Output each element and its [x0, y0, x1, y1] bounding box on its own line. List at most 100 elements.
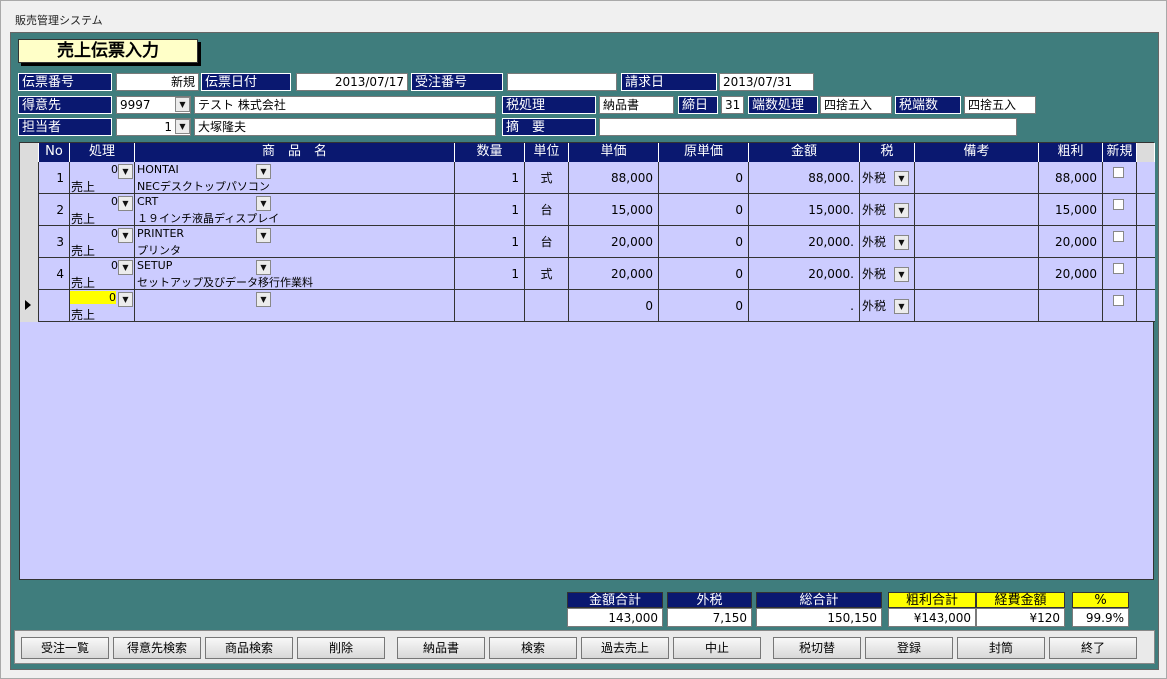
- closing-field[interactable]: 31: [721, 96, 744, 114]
- exit-button[interactable]: 終了: [1049, 637, 1137, 659]
- customer-search-button[interactable]: 得意先検索: [113, 637, 201, 659]
- rounding-field[interactable]: 四捨五入: [820, 96, 892, 114]
- order-list-button[interactable]: 受注一覧: [21, 637, 109, 659]
- chevron-down-icon[interactable]: ▼: [256, 196, 271, 211]
- tax-toggle-button[interactable]: 税切替: [773, 637, 861, 659]
- chevron-down-icon[interactable]: ▼: [118, 196, 133, 211]
- note-cell[interactable]: [915, 258, 1039, 290]
- cost-cell[interactable]: 0: [659, 194, 749, 226]
- new-cell[interactable]: [1103, 290, 1137, 322]
- proc-cell[interactable]: 0 ▼ 売上: [70, 258, 135, 290]
- tax-cell[interactable]: 外税 ▼: [860, 226, 915, 258]
- proc-code-field[interactable]: 0: [72, 259, 118, 272]
- row-selector[interactable]: [20, 194, 39, 226]
- new-checkbox[interactable]: [1113, 167, 1124, 178]
- slip-date-field[interactable]: 2013/07/17: [296, 73, 408, 91]
- staff-name-field[interactable]: 大塚隆夫: [194, 118, 496, 136]
- table-row[interactable]: 2 0 ▼ 売上 CRT ▼ １９インチ液晶ディスプレイ 1 台 15,000 0 15,000. 外税…: [20, 194, 1155, 226]
- slip-no-field[interactable]: 新規: [116, 73, 199, 91]
- price-cell[interactable]: 15,000: [569, 194, 659, 226]
- new-checkbox[interactable]: [1113, 199, 1124, 210]
- chevron-down-icon[interactable]: ▼: [118, 292, 133, 307]
- proc-code-field[interactable]: 0: [72, 163, 118, 176]
- product-cell[interactable]: SETUP ▼ セットアップ及びデータ移行作業料: [135, 258, 455, 290]
- qty-cell[interactable]: 1: [455, 194, 525, 226]
- delivery-note-button[interactable]: 納品書: [397, 637, 485, 659]
- chevron-down-icon[interactable]: ▼: [894, 171, 909, 186]
- bill-date-field[interactable]: 2013/07/31: [719, 73, 814, 91]
- product-code-field[interactable]: CRT: [137, 195, 158, 208]
- register-button[interactable]: 登録: [865, 637, 953, 659]
- table-row[interactable]: 4 0 ▼ 売上 SETUP ▼ セットアップ及びデータ移行作業料 1 式 20,000 0 20,0…: [20, 258, 1155, 290]
- chevron-down-icon[interactable]: ▼: [894, 203, 909, 218]
- proc-code-field[interactable]: 0: [70, 291, 116, 304]
- proc-code-field[interactable]: 0: [72, 195, 118, 208]
- unit-cell[interactable]: 式: [525, 162, 569, 194]
- past-sales-button[interactable]: 過去売上: [581, 637, 669, 659]
- note-cell[interactable]: [915, 290, 1039, 322]
- tax-proc-field[interactable]: 納品書: [599, 96, 674, 114]
- qty-cell[interactable]: 1: [455, 226, 525, 258]
- table-row[interactable]: 3 0 ▼ 売上 PRINTER ▼ プリンタ 1 台 20,000 0 20,000. 外税 ▼ 20,0…: [20, 226, 1155, 258]
- cost-cell[interactable]: 0: [659, 162, 749, 194]
- new-checkbox[interactable]: [1113, 295, 1124, 306]
- price-cell[interactable]: 20,000: [569, 258, 659, 290]
- product-search-button[interactable]: 商品検索: [205, 637, 293, 659]
- product-code-field[interactable]: HONTAI: [137, 163, 179, 176]
- order-no-field[interactable]: [507, 73, 617, 91]
- unit-cell[interactable]: 台: [525, 194, 569, 226]
- note-cell[interactable]: [915, 226, 1039, 258]
- chevron-down-icon[interactable]: ▼: [256, 292, 271, 307]
- chevron-down-icon[interactable]: ▼: [118, 164, 133, 179]
- row-selector[interactable]: [20, 162, 39, 194]
- price-cell[interactable]: 0: [569, 290, 659, 322]
- new-cell[interactable]: [1103, 162, 1137, 194]
- cost-cell[interactable]: 0: [659, 226, 749, 258]
- unit-cell[interactable]: 式: [525, 258, 569, 290]
- chevron-down-icon[interactable]: ▼: [118, 260, 133, 275]
- price-cell[interactable]: 20,000: [569, 226, 659, 258]
- chevron-down-icon[interactable]: ▼: [175, 97, 190, 112]
- product-cell[interactable]: ▼: [135, 290, 455, 322]
- cost-cell[interactable]: 0: [659, 258, 749, 290]
- table-row[interactable]: 0 ▼ 売上 ▼ 0 0. 外税 ▼: [20, 290, 1155, 322]
- table-row[interactable]: 1 0 ▼ 売上 HONTAI ▼ NECデスクトップパソコン 1 式 88,000 0 88,000…: [20, 162, 1155, 194]
- qty-cell[interactable]: 1: [455, 258, 525, 290]
- proc-cell[interactable]: 0 ▼ 売上: [70, 162, 135, 194]
- summary-field[interactable]: [599, 118, 1017, 136]
- customer-name-field[interactable]: テスト 株式会社: [194, 96, 496, 114]
- chevron-down-icon[interactable]: ▼: [256, 228, 271, 243]
- new-checkbox[interactable]: [1113, 263, 1124, 274]
- tax-cell[interactable]: 外税 ▼: [860, 290, 915, 322]
- product-code-field[interactable]: PRINTER: [137, 227, 184, 240]
- proc-cell[interactable]: 0 ▼ 売上: [70, 290, 135, 322]
- chevron-down-icon[interactable]: ▼: [894, 267, 909, 282]
- note-cell[interactable]: [915, 162, 1039, 194]
- tax-cell[interactable]: 外税 ▼: [860, 258, 915, 290]
- product-code-field[interactable]: SETUP: [137, 259, 172, 272]
- new-cell[interactable]: [1103, 194, 1137, 226]
- product-cell[interactable]: HONTAI ▼ NECデスクトップパソコン: [135, 162, 455, 194]
- chevron-down-icon[interactable]: ▼: [118, 228, 133, 243]
- proc-cell[interactable]: 0 ▼ 売上: [70, 226, 135, 258]
- delete-button[interactable]: 削除: [297, 637, 385, 659]
- price-cell[interactable]: 88,000: [569, 162, 659, 194]
- chevron-down-icon[interactable]: ▼: [894, 299, 909, 314]
- cost-cell[interactable]: 0: [659, 290, 749, 322]
- cancel-button[interactable]: 中止: [673, 637, 761, 659]
- tax-cell[interactable]: 外税 ▼: [860, 194, 915, 226]
- new-cell[interactable]: [1103, 258, 1137, 290]
- qty-cell[interactable]: 1: [455, 162, 525, 194]
- row-selector[interactable]: [20, 258, 39, 290]
- proc-cell[interactable]: 0 ▼ 売上: [70, 194, 135, 226]
- chevron-down-icon[interactable]: ▼: [256, 164, 271, 179]
- note-cell[interactable]: [915, 194, 1039, 226]
- unit-cell[interactable]: [525, 290, 569, 322]
- new-cell[interactable]: [1103, 226, 1137, 258]
- unit-cell[interactable]: 台: [525, 226, 569, 258]
- product-cell[interactable]: CRT ▼ １９インチ液晶ディスプレイ: [135, 194, 455, 226]
- row-selector[interactable]: [20, 290, 39, 322]
- row-selector[interactable]: [20, 226, 39, 258]
- chevron-down-icon[interactable]: ▼: [894, 235, 909, 250]
- chevron-down-icon[interactable]: ▼: [175, 119, 190, 134]
